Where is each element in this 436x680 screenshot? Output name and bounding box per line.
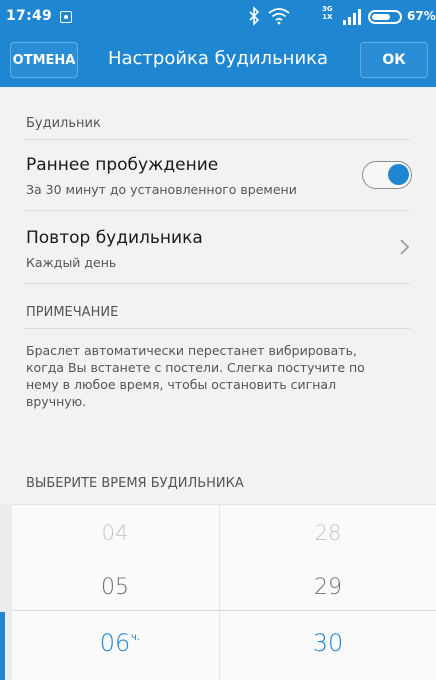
divider: [24, 210, 410, 211]
divider: [24, 328, 410, 329]
network-type-bottom: 1X: [322, 13, 333, 21]
battery-percent: 67%: [407, 9, 436, 23]
bluetooth-icon: [249, 6, 260, 26]
chevron-right-icon: [400, 239, 410, 255]
minute-option[interactable]: 29: [220, 575, 436, 600]
alarm-section-label: Будильник: [26, 116, 101, 131]
hour-option[interactable]: 05: [12, 575, 218, 600]
hour-option[interactable]: 04: [12, 521, 218, 545]
minute-option-selected[interactable]: 30: [220, 629, 436, 657]
wifi-icon: [268, 8, 290, 25]
selection-line: [12, 610, 436, 611]
app-bar: ОТМЕНА Настройка будильника ОК: [0, 34, 436, 87]
note-text: Браслет автоматически перестанет вибриро…: [26, 343, 365, 409]
status-time: 17:49: [6, 8, 53, 24]
early-wake-subtitle: За 30 минут до установленного времени: [26, 182, 297, 197]
minute-option[interactable]: 28: [220, 521, 436, 545]
notification-icon: [60, 11, 72, 23]
repeat-subtitle: Каждый день: [26, 255, 117, 270]
network-type: 3G 1X: [322, 5, 333, 21]
hour-picker[interactable]: 04 05 06: [12, 504, 218, 680]
status-bar: 17:49 3G 1X 67%: [0, 0, 436, 34]
divider: [24, 283, 410, 284]
selection-accent: [0, 612, 5, 680]
network-type-top: 3G: [322, 5, 333, 13]
page-title: Настройка будильника: [107, 48, 329, 69]
battery-icon: [368, 10, 402, 24]
time-picker-label: ВЫБЕРИТЕ ВРЕМЯ БУДИЛЬНИКА: [26, 476, 244, 491]
note-label: ПРИМЕЧАНИЕ: [26, 305, 119, 320]
minute-picker[interactable]: 28 29 30: [219, 504, 436, 680]
ok-button[interactable]: ОК: [360, 42, 428, 78]
cancel-button[interactable]: ОТМЕНА: [10, 42, 78, 78]
divider: [24, 139, 410, 140]
repeat-title: Повтор будильника: [26, 228, 203, 248]
early-wake-toggle[interactable]: [362, 161, 412, 189]
toggle-knob: [388, 164, 409, 185]
hour-option-selected[interactable]: 06: [12, 629, 218, 657]
hour-unit-label: ч.: [131, 632, 141, 643]
early-wake-title: Раннее пробуждение: [26, 155, 219, 175]
signal-icon: [343, 9, 361, 25]
